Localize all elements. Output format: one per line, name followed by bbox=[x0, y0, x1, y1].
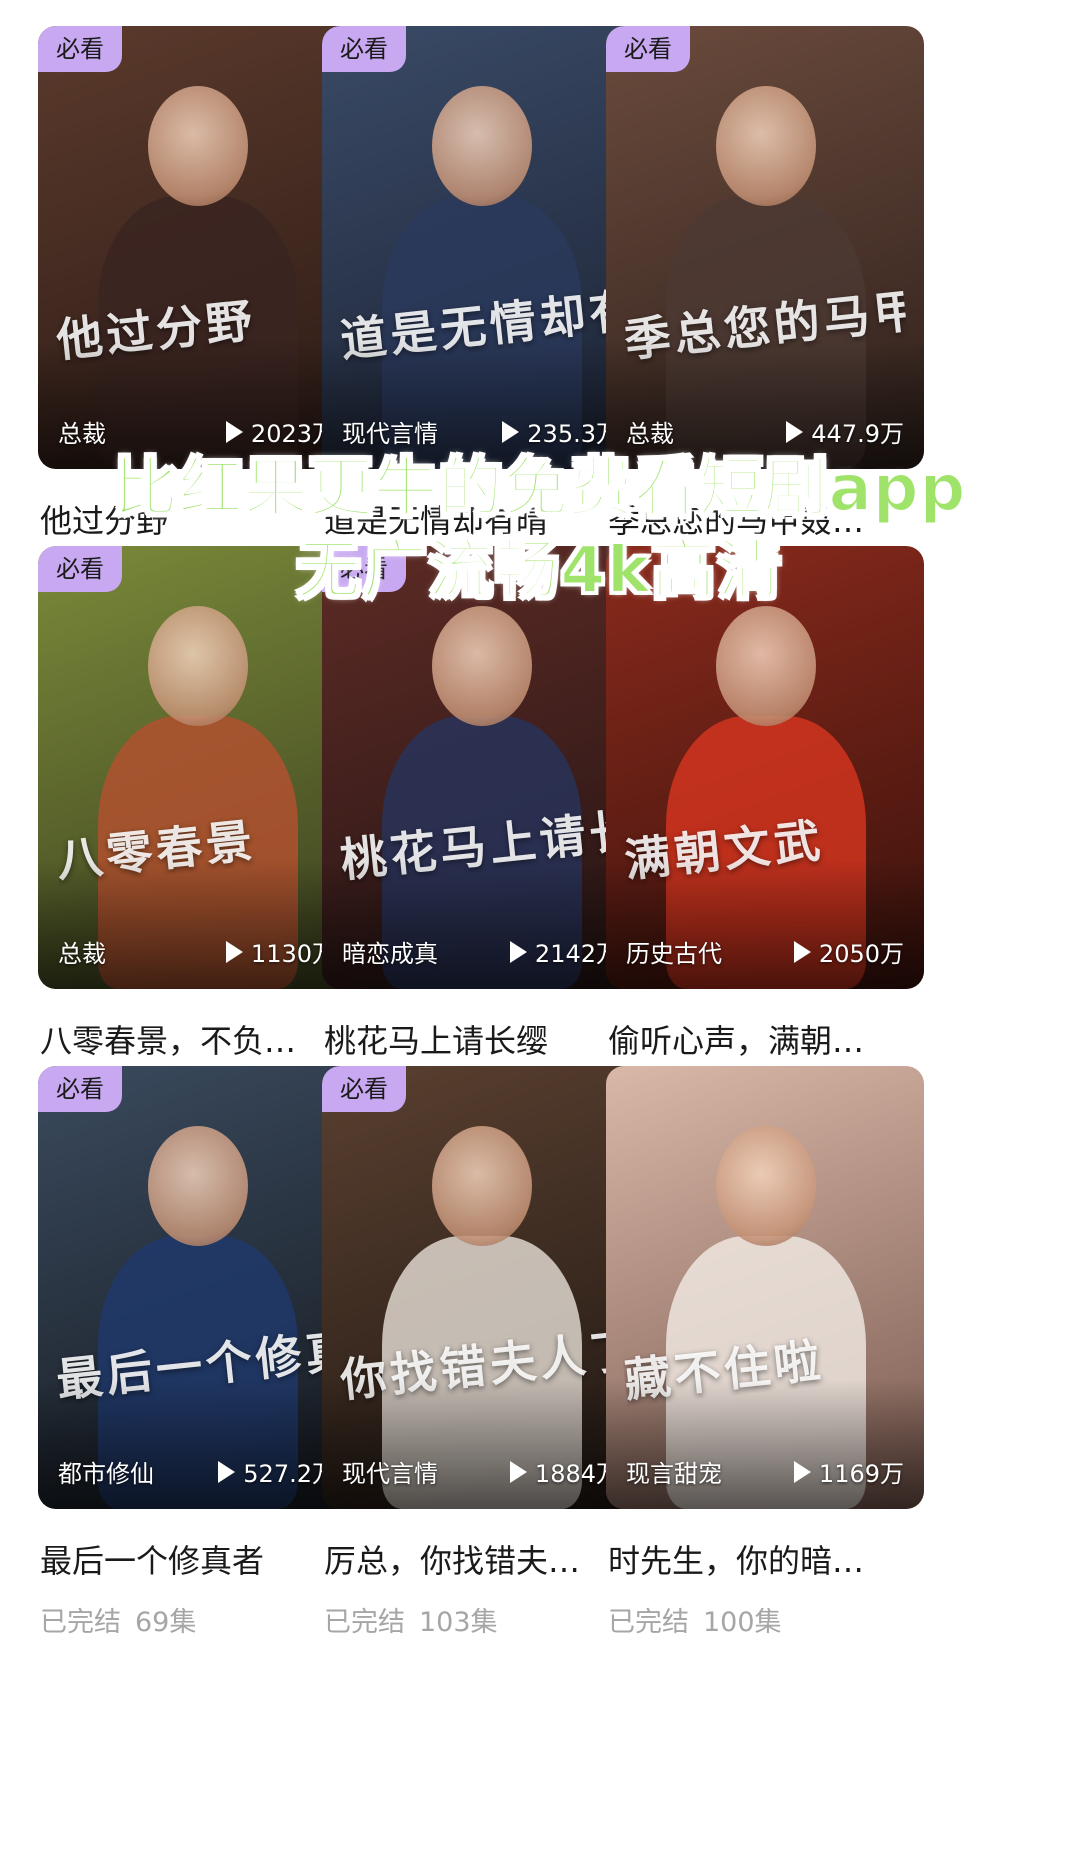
drama-poster[interactable]: 季总您的马甲 必看 总裁 447.9万 bbox=[606, 26, 924, 469]
play-icon bbox=[786, 420, 804, 443]
drama-poster[interactable]: 桃花马上请长缨 必看 暗恋成真 2142万 bbox=[322, 546, 640, 989]
status-label: 已完结 bbox=[324, 1607, 405, 1638]
drama-poster[interactable]: 道是无情却有晴 必看 现代言情 235.3万 bbox=[322, 26, 640, 469]
play-icon bbox=[793, 940, 811, 963]
play-icon bbox=[225, 420, 243, 443]
play-count: 235.3万 bbox=[502, 414, 620, 449]
drama-poster[interactable]: 满朝文武 历史古代 2050万 bbox=[606, 546, 924, 989]
promo-overlay-text: 比红果更牛的免费看短剧app 无广流畅4k高清 bbox=[0, 448, 1080, 612]
drama-title[interactable]: 时先生，你的暗… bbox=[608, 1536, 926, 1582]
drama-meta: 已完结 100集 bbox=[608, 1600, 782, 1639]
genre-label: 历史古代 bbox=[626, 940, 722, 968]
genre-label: 现代言情 bbox=[342, 420, 438, 448]
drama-meta: 已完结 103集 bbox=[324, 1600, 498, 1639]
poster-figure-head bbox=[716, 606, 816, 726]
drama-card[interactable]: 桃花马上请长缨 必看 暗恋成真 2142万 桃花马上请长缨 已完结91集 bbox=[322, 546, 640, 1126]
status-label: 已完结 bbox=[608, 1607, 689, 1638]
poster-figure-head bbox=[716, 1126, 816, 1246]
play-icon bbox=[225, 940, 243, 963]
play-icon bbox=[509, 940, 527, 963]
genre-label: 都市修仙 bbox=[58, 1460, 154, 1488]
play-count: 1169万 bbox=[793, 1454, 904, 1489]
play-count: 2050万 bbox=[793, 934, 904, 969]
genre-label: 总裁 bbox=[58, 420, 106, 448]
poster-shade bbox=[322, 1379, 640, 1509]
drama-card[interactable]: 满朝文武 历史古代 2050万 偷听心声，满朝… 已完结79集 bbox=[606, 546, 924, 1126]
drama-title[interactable]: 八零春景，不负… bbox=[40, 1016, 358, 1062]
drama-title[interactable]: 厉总，你找错夫… bbox=[324, 1536, 642, 1582]
drama-title[interactable]: 桃花马上请长缨 bbox=[324, 1016, 642, 1062]
drama-grid: 他过分野 必看 总裁 2023万 他过分野 已完结 道是无情却有晴 必看 bbox=[0, 0, 1080, 1863]
genre-label: 总裁 bbox=[626, 420, 674, 448]
genre-label: 现言甜宠 bbox=[626, 1460, 722, 1488]
play-count: 1130万 bbox=[225, 934, 336, 969]
poster-figure-head bbox=[432, 1126, 532, 1246]
episode-count: 100集 bbox=[703, 1607, 782, 1638]
play-count-value: 2050万 bbox=[818, 940, 904, 968]
drama-poster[interactable]: 八零春景 必看 总裁 1130万 bbox=[38, 546, 356, 989]
drama-title[interactable]: 最后一个修真者 bbox=[40, 1536, 358, 1582]
play-icon bbox=[502, 420, 520, 443]
drama-poster[interactable]: 你找错夫人了 必看 现代言情 1884万 bbox=[322, 1066, 640, 1509]
play-count: 2142万 bbox=[509, 934, 620, 969]
poster-figure-head bbox=[432, 606, 532, 726]
drama-meta: 已完结 69集 bbox=[40, 1600, 196, 1639]
drama-poster[interactable]: 最后一个修真者 必看 都市修仙 527.2万 bbox=[38, 1066, 356, 1509]
play-count-value: 447.9万 bbox=[811, 420, 904, 448]
drama-card[interactable]: 你找错夫人了 必看 现代言情 1884万 厉总，你找错夫… 已完结 103集 bbox=[322, 1066, 640, 1646]
promo-line-2: 无广流畅4k高清 bbox=[295, 533, 784, 609]
episode-count: 69集 bbox=[135, 1607, 197, 1638]
poster-shade bbox=[38, 1379, 356, 1509]
play-icon bbox=[793, 1460, 811, 1483]
poster-figure-head bbox=[148, 606, 248, 726]
drama-card[interactable]: 八零春景 必看 总裁 1130万 八零春景，不负… 已完结68集 bbox=[38, 546, 356, 1126]
poster-shade bbox=[606, 1379, 924, 1509]
must-watch-badge: 必看 bbox=[38, 1066, 122, 1112]
genre-label: 总裁 bbox=[58, 940, 106, 968]
poster-figure-head bbox=[148, 1126, 248, 1246]
genre-label: 现代言情 bbox=[342, 1460, 438, 1488]
play-icon bbox=[218, 1460, 236, 1483]
episode-count: 103集 bbox=[419, 1607, 498, 1638]
drama-poster[interactable]: 他过分野 必看 总裁 2023万 bbox=[38, 26, 356, 469]
drama-card[interactable]: 最后一个修真者 必看 都市修仙 527.2万 最后一个修真者 已完结 69集 bbox=[38, 1066, 356, 1646]
play-count: 527.2万 bbox=[218, 1454, 336, 1489]
play-count: 2023万 bbox=[225, 414, 336, 449]
poster-figure-head bbox=[432, 86, 532, 206]
poster-figure-head bbox=[716, 86, 816, 206]
poster-figure-head bbox=[148, 86, 248, 206]
drama-title[interactable]: 偷听心声，满朝… bbox=[608, 1016, 926, 1062]
must-watch-badge: 必看 bbox=[322, 26, 406, 72]
play-icon bbox=[509, 1460, 527, 1483]
must-watch-badge: 必看 bbox=[38, 26, 122, 72]
genre-label: 暗恋成真 bbox=[342, 940, 438, 968]
play-count-value: 1169万 bbox=[818, 1460, 904, 1488]
must-watch-badge: 必看 bbox=[322, 1066, 406, 1112]
status-label: 已完结 bbox=[40, 1607, 121, 1638]
must-watch-badge: 必看 bbox=[606, 26, 690, 72]
poster-shade bbox=[322, 859, 640, 989]
poster-shade bbox=[606, 859, 924, 989]
drama-poster[interactable]: 藏不住啦 现言甜宠 1169万 bbox=[606, 1066, 924, 1509]
promo-line-1: 比红果更牛的免费看短剧app bbox=[113, 451, 967, 527]
play-count: 1884万 bbox=[509, 1454, 620, 1489]
drama-card[interactable]: 藏不住啦 现言甜宠 1169万 时先生，你的暗… 已完结 100集 bbox=[606, 1066, 924, 1646]
play-count: 447.9万 bbox=[786, 414, 904, 449]
poster-shade bbox=[38, 859, 356, 989]
